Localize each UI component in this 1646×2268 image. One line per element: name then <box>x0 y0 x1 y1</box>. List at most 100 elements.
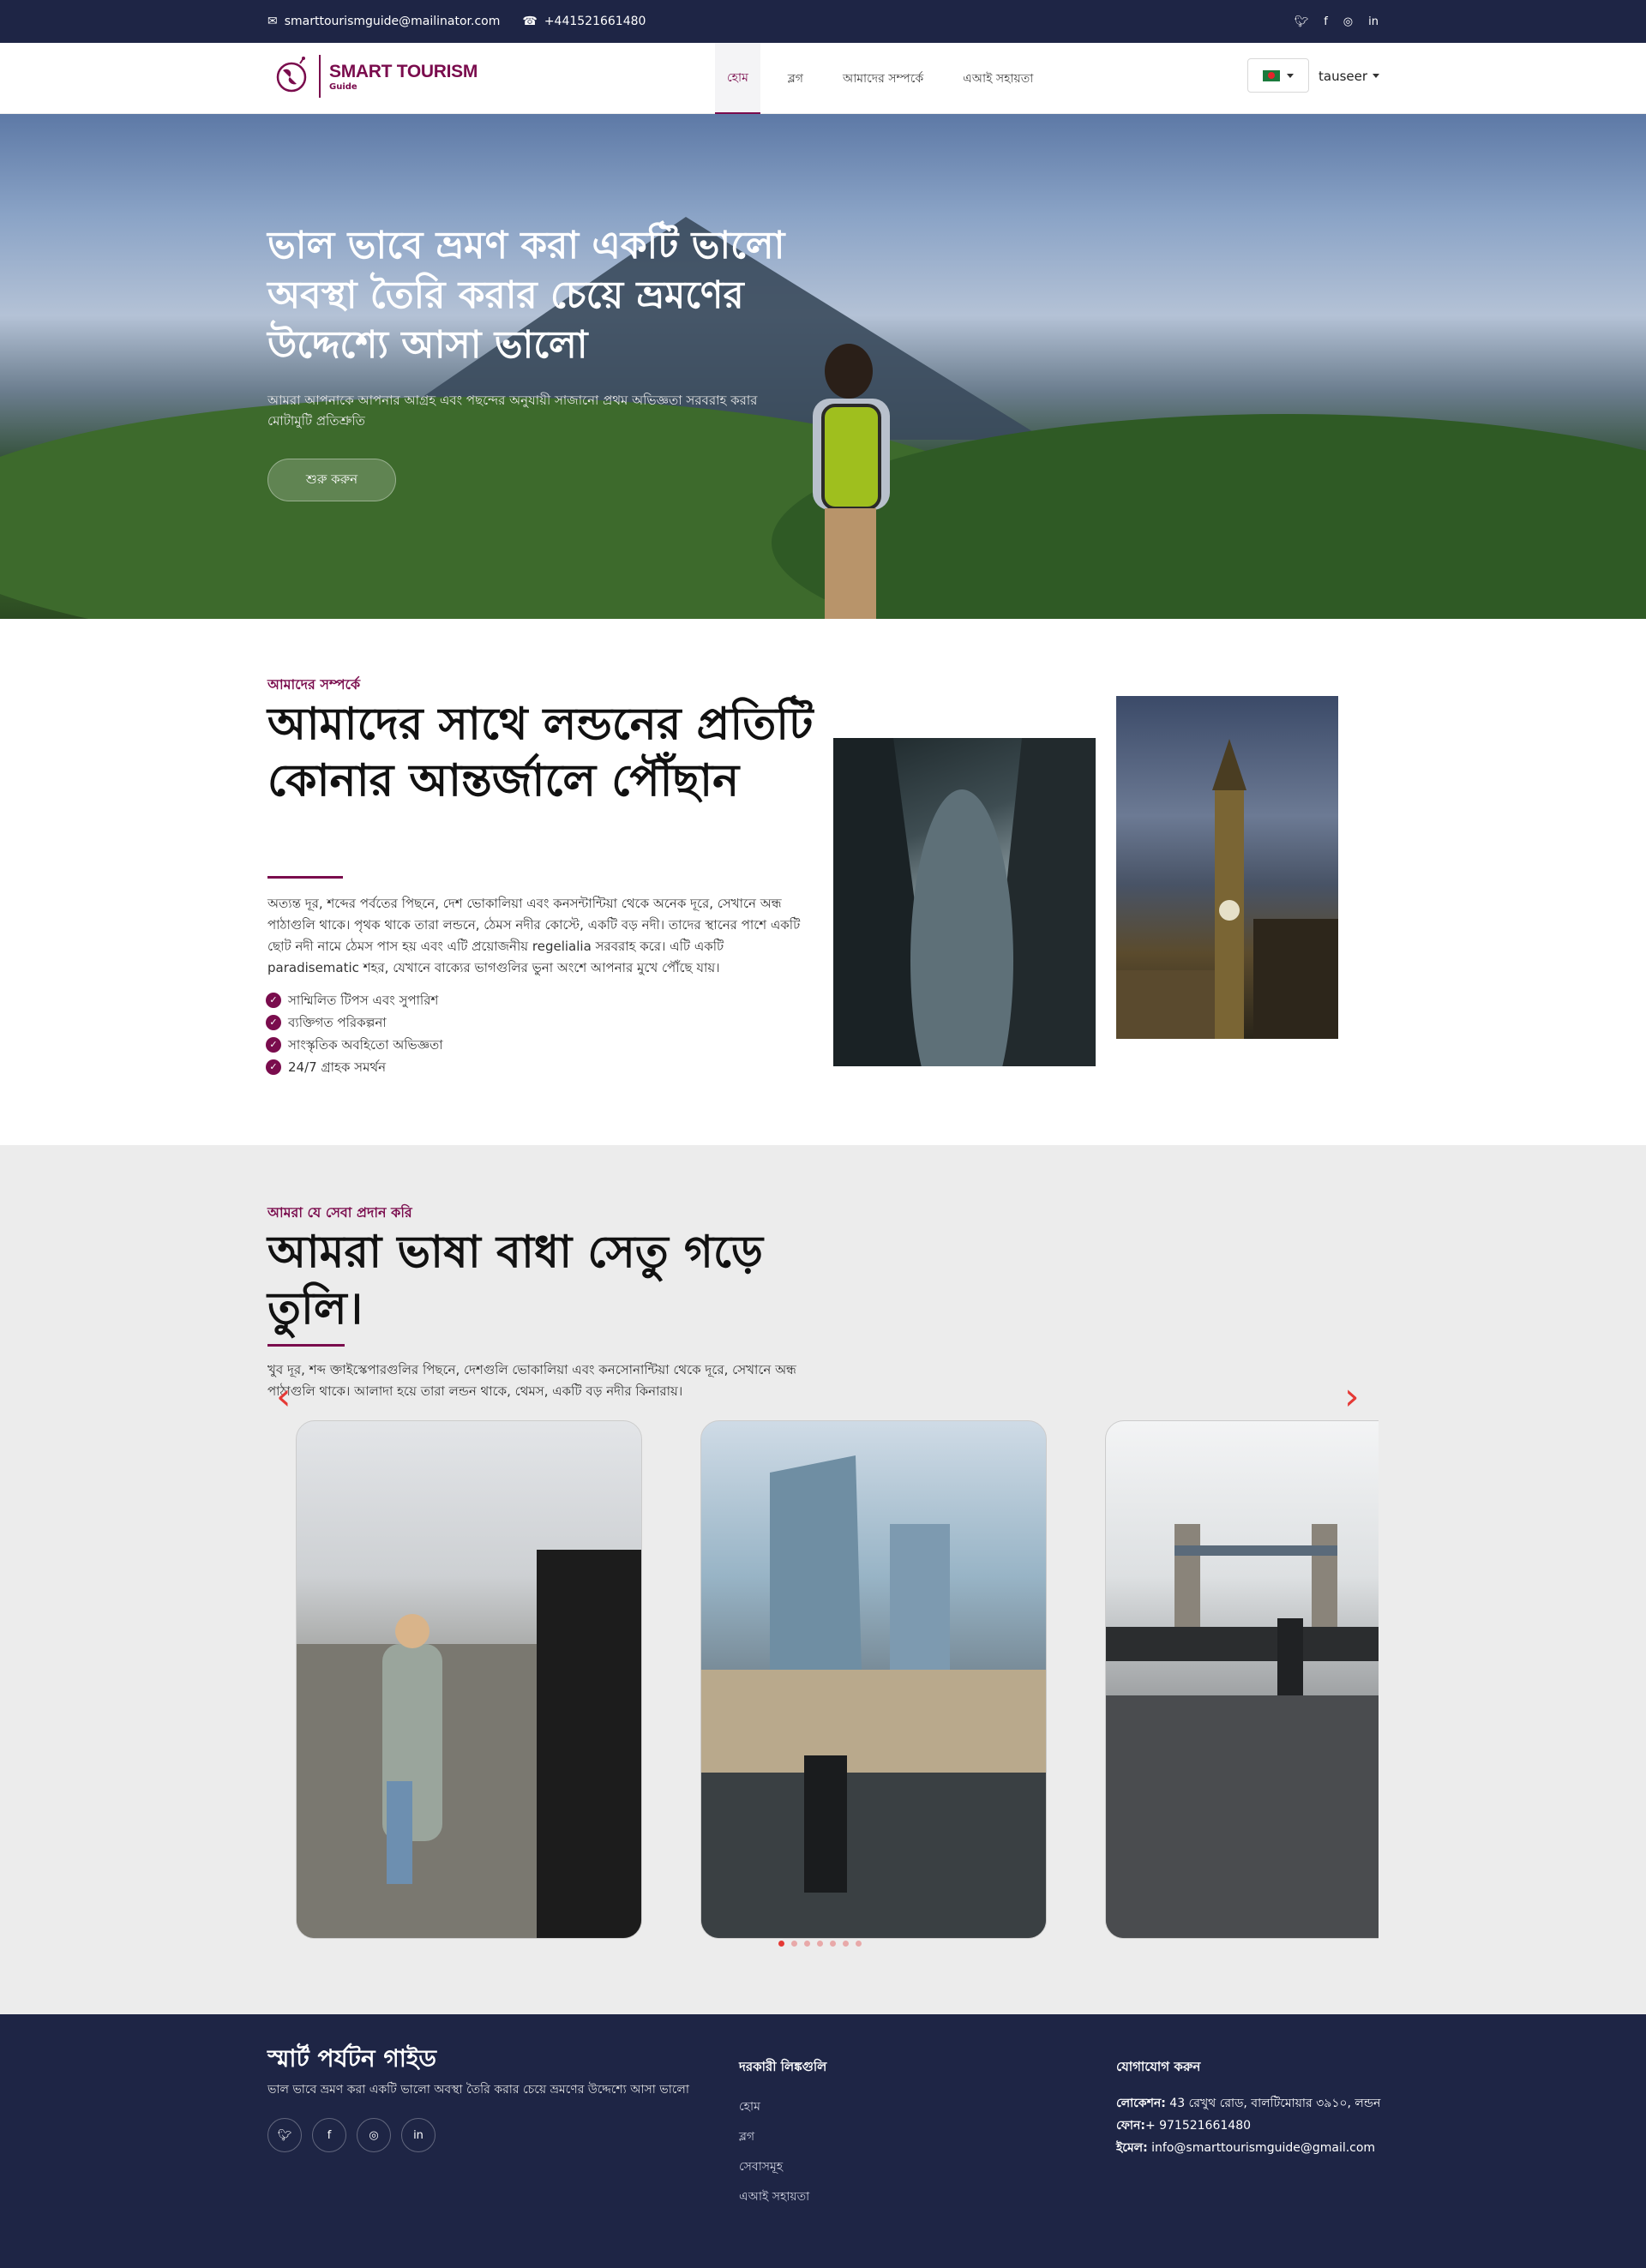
carousel-prev-arrow[interactable]: ‹ <box>276 1375 291 1419</box>
top-phone-text: +441521661480 <box>544 15 646 28</box>
top-email-text: smarttourismguide@mailinator.com <box>284 15 501 28</box>
services-carousel[interactable] <box>296 1420 1379 1939</box>
footer-links: দরকারী লিঙ্কগুলি হোম ব্লগ সেবাসমূহ এআই স… <box>739 2057 826 2212</box>
start-button[interactable]: শুরু করুন <box>267 459 396 501</box>
about-eyebrow: আমাদের সম্পর্কে <box>267 676 361 693</box>
feature-label: ব্যক্তিগত পরিকল্পনা <box>288 1015 387 1030</box>
location-value: 43 রেখুথ রোড, বালটিমোয়ার ৩৯১০, লন্ডন <box>1169 2097 1381 2110</box>
carousel-dot[interactable] <box>804 1941 810 1947</box>
top-bar: ✉ smarttourismguide@mailinator.com ☎ +44… <box>0 0 1646 43</box>
footer-link-blog[interactable]: ব্লগ <box>739 2122 826 2152</box>
feature-item: ✓ ব্যক্তিগত পরিকল্পনা <box>266 1011 443 1034</box>
carousel-dot[interactable] <box>778 1941 784 1947</box>
site-footer: স্মার্ট পর্যটন গাইড ভাল ভাবে ভ্রমণ করা এ… <box>0 2014 1646 2268</box>
user-name: tauseer <box>1319 68 1368 84</box>
services-underline <box>267 1344 345 1347</box>
linkedin-icon[interactable]: in <box>1368 15 1379 28</box>
check-circle-icon: ✓ <box>266 1015 281 1030</box>
hero-section: ভাল ভাবে ভ্রমণ করা একটি ভালো অবস্থা তৈরি… <box>0 114 1646 619</box>
carousel-dot[interactable] <box>791 1941 797 1947</box>
location-label: লোকেশন: <box>1116 2097 1166 2110</box>
hiker-image <box>813 344 890 619</box>
logo-divider <box>319 55 321 98</box>
footer-location: লোকেশন: 43 রেখুথ রোড, বালটিমোয়ার ৩৯১০, … <box>1116 2092 1391 2115</box>
top-email[interactable]: ✉ smarttourismguide@mailinator.com <box>267 15 500 28</box>
nav-item-blog[interactable]: ব্লগ <box>776 43 815 114</box>
carousel-dot[interactable] <box>817 1941 823 1947</box>
email-value[interactable]: info@smarttourismguide@gmail.com <box>1151 2141 1375 2155</box>
nav-item-ai-help[interactable]: এআই সহায়তা <box>951 43 1045 114</box>
twitter-icon[interactable]: 🐦︎ <box>267 2118 302 2152</box>
language-selector[interactable] <box>1247 58 1309 93</box>
logo-title: SMART TOURISM <box>329 61 478 81</box>
facebook-icon[interactable]: f <box>1324 15 1328 28</box>
user-menu[interactable]: tauseer <box>1319 43 1380 109</box>
about-underline <box>267 876 343 879</box>
main-navbar: SMART TOURISM Guide হোম ব্লগ আমাদের সম্প… <box>0 43 1646 114</box>
carousel-dot[interactable] <box>856 1941 862 1947</box>
footer-brand: স্মার্ট পর্যটন গাইড <box>267 2044 436 2073</box>
feature-item: ✓ সাংস্কৃতিক অবহিতো অভিজ্ঞতা <box>266 1034 443 1056</box>
nav-item-about[interactable]: আমাদের সম্পর্কে <box>831 43 935 114</box>
hero-title: ভাল ভাবে ভ্রমণ করা একটি ভালো অবস্থা তৈরি… <box>267 224 785 367</box>
logo-text: SMART TOURISM Guide <box>329 62 478 92</box>
footer-link-home[interactable]: হোম <box>739 2092 826 2122</box>
big-ben-image <box>1116 696 1338 1039</box>
carousel-dot[interactable] <box>843 1941 849 1947</box>
globe-logo-icon <box>274 55 310 98</box>
check-circle-icon: ✓ <box>266 993 281 1008</box>
chevron-down-icon <box>1287 73 1294 78</box>
feature-item: ✓ 24/7 গ্রাহক সমর্থন <box>266 1056 443 1078</box>
footer-contact: যোগাযোগ করুন লোকেশন: 43 রেখুথ রোড, বালটি… <box>1116 2057 1391 2159</box>
feature-label: 24/7 গ্রাহক সমর্থন <box>288 1059 387 1075</box>
carousel-card[interactable] <box>1105 1420 1379 1939</box>
about-title: আমাদের সাথে লন্ডনের প্রতিটি কোনার আন্তর্… <box>267 699 814 807</box>
about-section: আমাদের সম্পর্কে আমাদের সাথে লন্ডনের প্রত… <box>0 619 1646 1145</box>
feature-item: ✓ সাম্মিলিত টিপস এবং সুপারিশ <box>266 989 443 1011</box>
phone-value[interactable]: + 971521661480 <box>1145 2119 1251 2133</box>
phone-label: ফোন: <box>1116 2119 1145 2133</box>
linkedin-icon[interactable]: in <box>401 2118 436 2152</box>
about-features: ✓ সাম্মিলিত টিপস এবং সুপারিশ ✓ ব্যক্তিগত প… <box>266 989 443 1078</box>
check-circle-icon: ✓ <box>266 1037 281 1053</box>
footer-phone: ফোন:+ 971521661480 <box>1116 2115 1391 2137</box>
footer-social: 🐦︎ f ◎ in <box>267 2118 436 2152</box>
carousel-dot[interactable] <box>830 1941 836 1947</box>
feature-label: সাংস্কৃতিক অবহিতো অভিজ্ঞতা <box>288 1037 443 1053</box>
footer-contact-title: যোগাযোগ করুন <box>1116 2059 1201 2074</box>
phone-icon: ☎ <box>522 15 538 28</box>
chevron-down-icon <box>1373 74 1380 78</box>
site-logo[interactable]: SMART TOURISM Guide <box>274 55 478 98</box>
carousel-card[interactable] <box>700 1420 1047 1939</box>
top-contact: ✉ smarttourismguide@mailinator.com ☎ +44… <box>267 0 646 43</box>
footer-link-services[interactable]: সেবাসমূহ <box>739 2152 826 2182</box>
carousel-card[interactable] <box>296 1420 642 1939</box>
services-title: আমরা ভাষা বাধা সেতু গড়ে তুলি। <box>267 1227 764 1335</box>
email-label: ইমেল: <box>1116 2141 1148 2155</box>
twitter-icon[interactable]: 🐦︎ <box>1295 15 1309 28</box>
top-social: 🐦︎ f ◎ in <box>1295 0 1379 43</box>
feature-label: সাম্মিলিত টিপস এবং সুপারিশ <box>288 993 439 1008</box>
skyscraper-image <box>833 738 1096 1066</box>
bangladesh-flag-icon <box>1263 69 1280 81</box>
about-text: অত্যন্ত দূর, শব্দের পর্বতের পিছনে, দেশ ভ… <box>267 896 801 975</box>
hero-subtitle: আমরা আপনাকে আপনার আগ্রহ এবং পছন্দের অনুয… <box>267 393 758 429</box>
footer-email: ইমেল: info@smarttourismguide@gmail.com <box>1116 2137 1391 2159</box>
services-section: আমরা যে সেবা প্রদান করি আমরা ভাষা বাধা স… <box>0 1145 1646 2014</box>
footer-link-ai-help[interactable]: এআই সহায়তা <box>739 2182 826 2212</box>
instagram-icon[interactable]: ◎ <box>1343 15 1353 28</box>
footer-links-title: দরকারী লিঙ্কগুলি <box>739 2059 827 2074</box>
carousel-dots <box>778 1941 862 1947</box>
instagram-icon[interactable]: ◎ <box>357 2118 391 2152</box>
envelope-icon: ✉ <box>267 15 278 28</box>
carousel-next-arrow[interactable]: › <box>1344 1375 1360 1419</box>
top-phone[interactable]: ☎ +441521661480 <box>522 15 646 28</box>
facebook-icon[interactable]: f <box>312 2118 346 2152</box>
nav-item-home[interactable]: হোম <box>715 43 760 114</box>
check-circle-icon: ✓ <box>266 1059 281 1075</box>
footer-tagline: ভাল ভাবে ভ্রমণ করা একটি ভালো অবস্থা তৈরি… <box>267 2083 689 2097</box>
nav-menu: হোম ব্লগ আমাদের সম্পর্কে এআই সহায়তা <box>715 43 1060 114</box>
services-text: খুব দূর, শব্দ ক্তাইস্কেপারগুলির পিছনে, দ… <box>267 1362 796 1399</box>
logo-subtitle: Guide <box>329 81 357 92</box>
services-eyebrow: আমরা যে সেবা প্রদান করি <box>267 1204 412 1221</box>
